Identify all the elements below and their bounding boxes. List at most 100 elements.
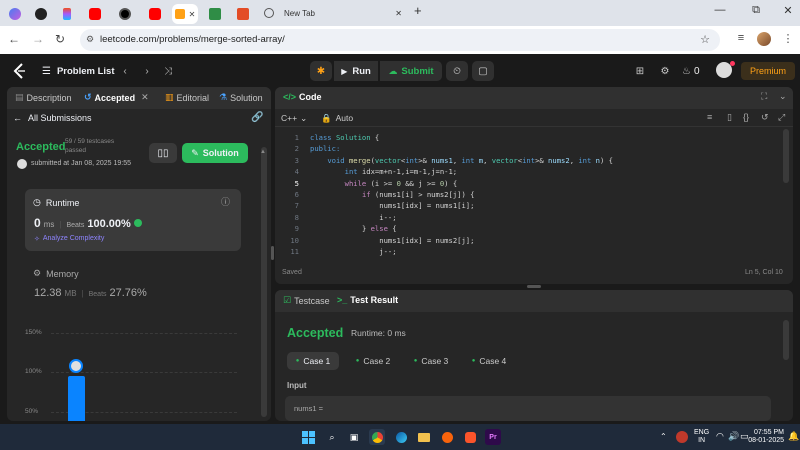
tab-gfg[interactable]: [204, 4, 226, 24]
code-line[interactable]: if (nums1[i] > nums2[j]) {: [310, 190, 475, 201]
reading-list-icon[interactable]: ≡: [733, 32, 749, 48]
solution-button[interactable]: ✎ Solution: [182, 143, 248, 163]
forward-button[interactable]: →: [30, 32, 46, 46]
minimize-button[interactable]: —: [710, 4, 730, 16]
code-line[interactable]: class Solution {: [310, 133, 379, 144]
runtime-card[interactable]: ◷ Runtime ⓘ 0 ms | Beats 100.00% ✧ Analy…: [25, 189, 241, 251]
code-line[interactable]: nums1[idx] = nums2[j];: [310, 236, 474, 247]
expand-icon[interactable]: ⤢: [778, 112, 785, 123]
site-info-icon[interactable]: ⚙: [86, 34, 94, 45]
wifi-icon[interactable]: ◠: [716, 431, 724, 442]
tab-leetcode[interactable]: ✕: [172, 4, 198, 24]
brave-icon[interactable]: [462, 429, 478, 445]
code-line[interactable]: } else {: [310, 224, 397, 235]
code-line[interactable]: public:: [310, 144, 340, 155]
scroll-up-arrow[interactable]: ▲: [260, 149, 266, 155]
info-icon[interactable]: ⓘ: [221, 195, 230, 208]
code-editor[interactable]: 1 class Solution {2 public: 3 void merge(ve…: [275, 133, 780, 261]
horizontal-splitter[interactable]: [527, 285, 541, 288]
media-player-icon[interactable]: [439, 429, 455, 445]
code-line[interactable]: void merge(vector<int>& nums1, int m, ve…: [310, 156, 613, 167]
windows-start-icon[interactable]: [300, 429, 316, 445]
close-icon[interactable]: ✕: [395, 9, 402, 18]
tab-accepted[interactable]: ↺ Accepted ✕: [84, 92, 149, 103]
maximize-button[interactable]: ⧉: [746, 4, 766, 17]
prev-problem-button[interactable]: ‹: [118, 63, 132, 79]
bookmark-icon[interactable]: ▯: [727, 112, 732, 123]
menu-icon[interactable]: ⋮: [780, 32, 796, 48]
shuffle-icon[interactable]: ⤨: [160, 63, 176, 79]
clock[interactable]: 07:55 PM 08-01-2025: [748, 429, 784, 445]
next-problem-button[interactable]: ›: [140, 63, 154, 79]
close-icon[interactable]: ✕: [141, 92, 149, 103]
result-scrollbar[interactable]: [783, 320, 789, 360]
reset-icon[interactable]: ↺: [761, 112, 769, 123]
case-1-tab[interactable]: ● Case 1: [287, 352, 339, 370]
notifications-icon[interactable]: 🔔: [788, 431, 799, 442]
chevron-down-icon[interactable]: ⌄: [779, 91, 787, 102]
tab-test-result[interactable]: >_ Test Result: [337, 295, 398, 305]
task-view-icon[interactable]: ▣: [346, 429, 362, 445]
tab-new-tab[interactable]: New Tab ✕: [258, 3, 408, 23]
streak-counter[interactable]: ♨ 0: [682, 63, 700, 79]
timer-icon[interactable]: ⏲: [446, 61, 468, 81]
tab-github[interactable]: [30, 4, 52, 24]
address-bar[interactable]: ⚙ leetcode.com/problems/merge-sorted-arr…: [80, 29, 720, 51]
code-line[interactable]: i--;: [310, 213, 396, 224]
problem-list-button[interactable]: ☰ Problem List: [42, 64, 115, 78]
premiere-pro-icon[interactable]: Pr: [485, 429, 501, 445]
reload-button[interactable]: ↻: [52, 32, 68, 46]
code-line[interactable]: while (i >= 0 && j >= 0) {: [310, 179, 458, 190]
tab-gemini[interactable]: [4, 4, 26, 24]
vertical-splitter[interactable]: [271, 246, 274, 260]
tab-youtube-2[interactable]: [144, 4, 166, 24]
case-3-tab[interactable]: ● Case 3: [405, 352, 457, 370]
leetcode-logo[interactable]: [12, 63, 28, 79]
premium-button[interactable]: Premium: [741, 62, 795, 80]
file-explorer-icon[interactable]: [416, 429, 432, 445]
layout-icon[interactable]: ⊞: [632, 63, 648, 79]
tab-testcase[interactable]: ☑ Testcase: [283, 295, 330, 306]
search-icon[interactable]: ⌕: [324, 429, 340, 445]
distribution-bar[interactable]: [68, 376, 85, 421]
close-icon[interactable]: ✕: [189, 10, 196, 19]
chevron-up-icon[interactable]: ⌃: [660, 432, 667, 441]
gear-icon[interactable]: ⚙: [657, 63, 673, 79]
chrome-icon[interactable]: [369, 429, 385, 445]
case-2-tab[interactable]: ● Case 2: [347, 352, 399, 370]
memory-card[interactable]: ⚙ Memory 12.38 MB | Beats 27.76%: [25, 265, 241, 309]
back-button[interactable]: ←: [6, 32, 22, 46]
tab-chatgpt[interactable]: [114, 4, 136, 24]
all-submissions-link[interactable]: ← All Submissions: [13, 113, 92, 123]
tab-editorial[interactable]: ▥ Editorial: [165, 92, 209, 103]
edge-icon[interactable]: [393, 429, 409, 445]
run-button[interactable]: ▶ Run: [334, 61, 378, 81]
link-icon[interactable]: 🔗: [251, 112, 263, 123]
code-line[interactable]: j--;: [310, 247, 396, 258]
fullscreen-icon[interactable]: ⛶: [761, 91, 767, 102]
submit-button[interactable]: ☁ Submit: [380, 61, 442, 81]
editor-scrollbar[interactable]: [783, 129, 789, 183]
analyze-complexity-link[interactable]: ✧ Analyze Complexity: [34, 235, 104, 243]
new-tab-button[interactable]: +: [414, 3, 422, 18]
debug-button[interactable]: ✱: [310, 61, 332, 81]
tab-solutions[interactable]: ⚗ Solution: [219, 92, 263, 103]
bookmark-star-icon[interactable]: ☆: [700, 33, 710, 46]
braces-icon[interactable]: {}: [743, 112, 749, 122]
code-line[interactable]: nums1[idx] = nums1[i];: [310, 201, 474, 212]
tab-figma[interactable]: [56, 4, 78, 24]
close-window-button[interactable]: ✕: [778, 4, 798, 17]
tab-notes[interactable]: [232, 4, 254, 24]
tab-youtube-1[interactable]: [84, 4, 106, 24]
format-icon[interactable]: ≡: [707, 112, 712, 122]
editorial-button[interactable]: ▯▯: [149, 143, 177, 163]
profile-avatar[interactable]: [756, 32, 772, 48]
case-4-tab[interactable]: ● Case 4: [463, 352, 515, 370]
language-indicator[interactable]: ENG IN: [694, 429, 709, 445]
notes-icon[interactable]: ▢: [472, 61, 494, 81]
tab-description[interactable]: ▤ Description: [15, 92, 72, 103]
scrollbar[interactable]: [261, 147, 267, 417]
auto-mode-toggle[interactable]: 🔒 Auto: [321, 113, 353, 124]
code-line[interactable]: int idx=m+n-1,i=m-1,j=n-1;: [310, 167, 458, 178]
language-select[interactable]: C++ ⌄: [281, 113, 307, 124]
